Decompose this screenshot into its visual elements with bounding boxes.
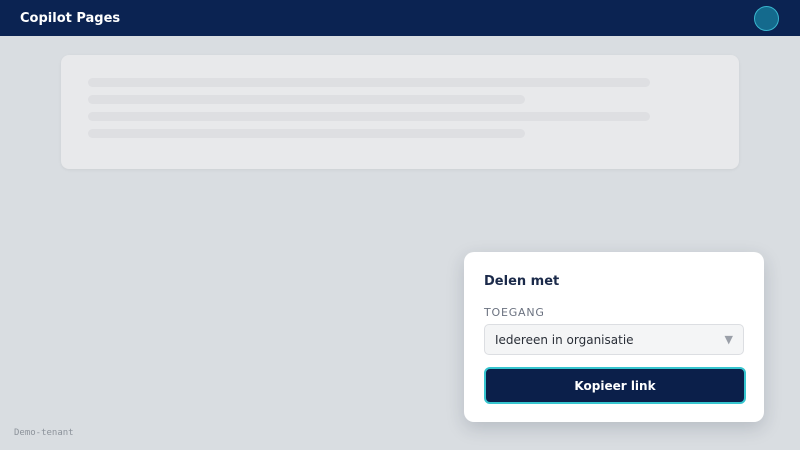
page-content-placeholder (61, 55, 739, 169)
skeleton-line (88, 129, 525, 138)
user-avatar-icon[interactable] (754, 6, 779, 31)
skeleton-line (88, 78, 650, 87)
access-select-value: Iedereen in organisatie (495, 332, 634, 347)
app-title: Copilot Pages (20, 10, 121, 26)
access-label: TOEGANG (484, 306, 545, 319)
share-panel: Delen met TOEGANG Iedereen in organisati… (464, 252, 764, 422)
access-select[interactable]: Iedereen in organisatie ▼ (484, 324, 744, 355)
skeleton-line (88, 112, 650, 121)
skeleton-line (88, 95, 525, 104)
top-bar: Copilot Pages (0, 0, 800, 36)
tenant-label: Demo-tenant (14, 428, 74, 438)
share-panel-title: Delen met (484, 274, 560, 289)
chevron-down-icon: ▼ (724, 333, 733, 346)
copy-link-button[interactable]: Kopieer link (484, 367, 746, 404)
